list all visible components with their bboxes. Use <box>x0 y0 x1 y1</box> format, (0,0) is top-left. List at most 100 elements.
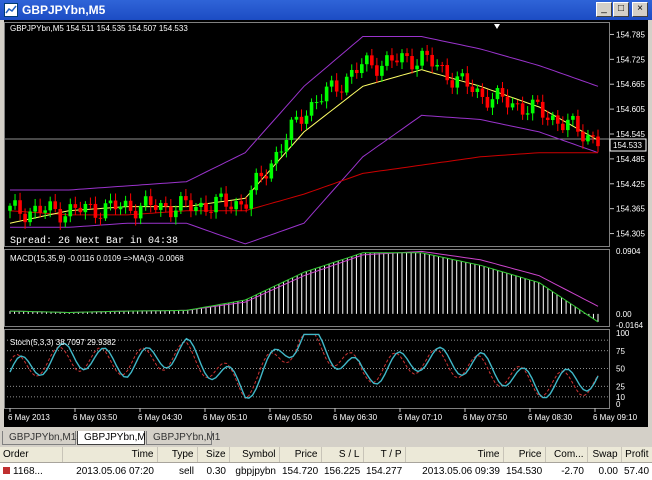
col-current-time[interactable]: Time <box>405 447 504 463</box>
price-axis-label: 154.365 <box>616 205 645 214</box>
candle-body <box>23 213 27 223</box>
time-axis-label: 6 May 08:30 <box>528 413 573 422</box>
candle-body <box>128 200 133 211</box>
cell-current-time: 2013.05.06 09:39 <box>422 465 500 477</box>
candle-body <box>18 200 22 214</box>
tab-gbpjpybn-m1[interactable]: GBPJPYbn,M1 <box>146 431 220 445</box>
candle-body <box>450 80 455 88</box>
close-button[interactable]: × <box>632 2 648 17</box>
candle-body <box>530 99 535 114</box>
stoch-axis-label: 25 <box>616 382 625 391</box>
macd-axis-label: 0.00 <box>616 310 632 319</box>
candle-body <box>319 101 324 103</box>
col-stop-loss[interactable]: S / L <box>321 447 364 463</box>
candle-body <box>259 172 264 177</box>
window-titlebar: GBPJPYbn,M5 _ □ × <box>0 0 652 20</box>
col-order[interactable]: Order <box>0 447 63 463</box>
col-take-profit[interactable]: T / P <box>363 447 406 463</box>
price-axis-label: 154.305 <box>616 230 645 239</box>
cell-current-price: 154.530 <box>506 465 543 477</box>
plot-background <box>4 20 610 427</box>
cell-take-profit: 154.277 <box>366 465 403 477</box>
stoch-axis-label: 75 <box>616 347 625 356</box>
candle-body <box>143 196 148 206</box>
candle-body <box>163 203 168 207</box>
candle-body <box>591 135 595 137</box>
candle-body <box>48 201 53 211</box>
col-commission[interactable]: Com... <box>545 447 588 463</box>
candle-body <box>339 91 344 93</box>
table-row[interactable]: 1168... 2013.05.06 07:20 sell 0.30 gbpjp… <box>0 463 652 480</box>
candle-body <box>314 102 319 104</box>
time-axis-label: 6 May 05:10 <box>203 413 248 422</box>
col-type[interactable]: Type <box>157 447 198 463</box>
candle-body <box>78 207 83 213</box>
chart-area[interactable]: 154.785 154.725 154.665 154.605 154.545 154.4… <box>4 20 648 427</box>
candle-body <box>520 103 525 115</box>
candle-body <box>380 65 384 76</box>
cell-open-time: 2013.05.06 07:20 <box>76 465 154 477</box>
candle-body <box>344 76 349 93</box>
candle-body <box>440 65 445 66</box>
candle-body <box>73 204 78 208</box>
candle-body <box>53 201 58 209</box>
stoch-axis-label: 50 <box>616 365 625 374</box>
candle-body <box>515 103 520 105</box>
time-axis-label: 6 May 07:50 <box>463 413 508 422</box>
candle-body <box>174 210 178 218</box>
chart-tabs: GBPJPYbn,M15 GBPJPYbn,M5 GBPJPYbn,M1 <box>0 430 652 446</box>
candle-body <box>465 73 470 87</box>
time-axis-label: 6 May 2013 <box>8 413 50 422</box>
col-size[interactable]: Size <box>197 447 230 463</box>
candle-body <box>249 190 254 209</box>
candle-body <box>324 86 329 102</box>
candle-body <box>349 69 354 77</box>
candle-body <box>304 115 309 124</box>
cell-swap: 0.00 <box>598 465 618 477</box>
candle-body <box>199 202 203 207</box>
col-symbol[interactable]: Symbol <box>229 447 280 463</box>
candle-body <box>470 86 475 93</box>
stoch-axis-label: 0 <box>616 400 621 409</box>
col-swap[interactable]: Swap <box>587 447 622 463</box>
candle-body <box>400 53 404 63</box>
candle-body <box>535 99 540 102</box>
candle-body <box>279 151 284 153</box>
candle-body <box>158 203 163 210</box>
candle-body <box>385 55 389 66</box>
tab-gbpjpybn-m5[interactable]: GBPJPYbn,M5 <box>77 431 151 445</box>
time-axis-label: 6 May 05:50 <box>268 413 313 422</box>
candle-body <box>148 196 153 206</box>
candle-body <box>153 205 158 210</box>
candle-body <box>576 115 580 132</box>
candle-body <box>370 55 374 66</box>
candle-body <box>88 203 93 205</box>
col-open-time[interactable]: Time <box>62 447 158 463</box>
candle-body <box>415 65 419 70</box>
col-open-price[interactable]: Price <box>279 447 322 463</box>
candle-body <box>83 203 88 213</box>
tab-gbpjpybn-m15[interactable]: GBPJPYbn,M15 <box>2 431 82 445</box>
candle-body <box>581 131 585 142</box>
time-axis-label: 6 May 09:10 <box>593 413 638 422</box>
candle-body <box>219 193 223 197</box>
maximize-button[interactable]: □ <box>613 2 629 17</box>
price-axis-label: 154.545 <box>616 130 645 139</box>
candle-body <box>209 211 213 213</box>
chart-window-icon <box>4 3 18 17</box>
time-axis-label: 6 May 04:30 <box>138 413 183 422</box>
col-current-price[interactable]: Price <box>503 447 546 463</box>
candle-body <box>214 196 218 213</box>
candle-body <box>63 216 68 223</box>
candle-body <box>204 202 208 212</box>
price-axis-label: 154.785 <box>616 30 645 39</box>
candle-body <box>435 65 439 67</box>
candle-body <box>390 55 394 61</box>
candle-body <box>425 50 429 55</box>
col-profit[interactable]: Profit <box>621 447 652 463</box>
candle-body <box>284 139 289 152</box>
candle-body <box>184 196 188 201</box>
candle-body <box>239 201 243 205</box>
minimize-button[interactable]: _ <box>596 2 612 17</box>
candle-body <box>108 200 113 204</box>
